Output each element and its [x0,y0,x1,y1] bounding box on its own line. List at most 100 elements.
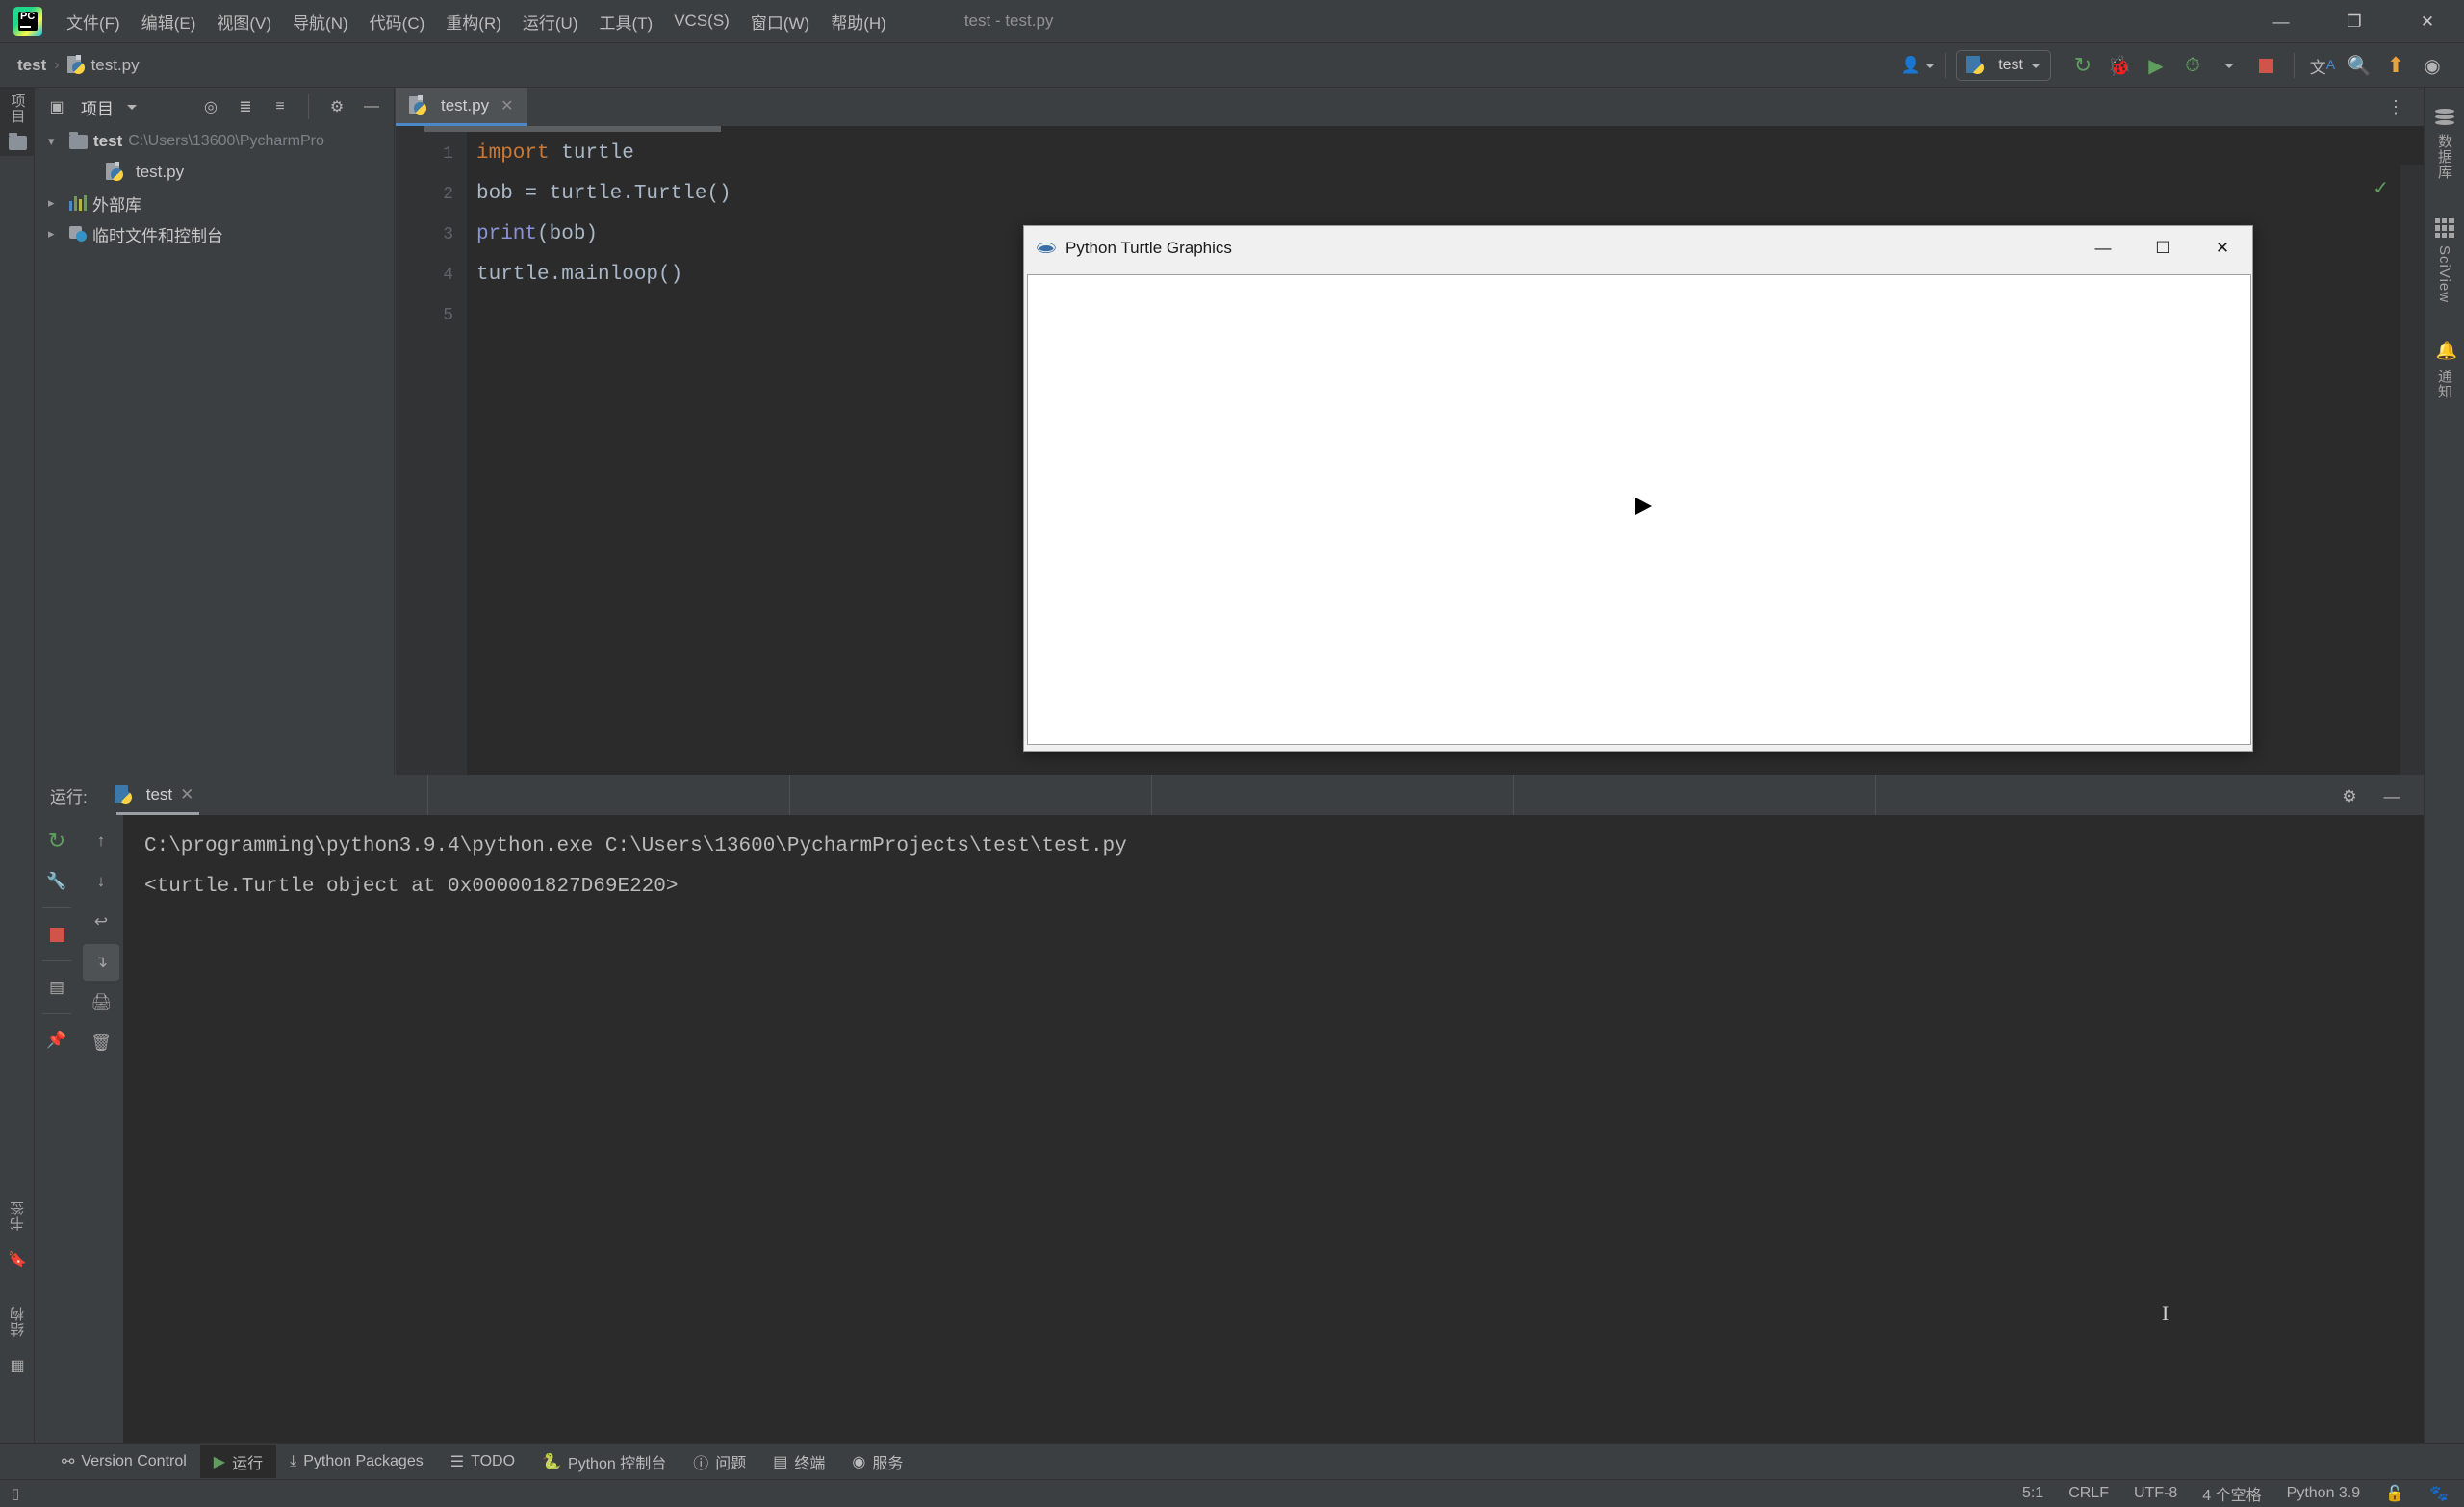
project-tool-button[interactable]: 项目 [0,88,35,130]
console-output[interactable]: C:\programming\python3.9.4\python.exe C:… [123,815,2424,1458]
arrow-up-icon[interactable]: ↑ [83,823,119,859]
select-opened-file-icon[interactable]: ◎ [194,90,227,123]
inspection-status-icon[interactable]: ✓ [2373,176,2389,200]
update-icon[interactable]: ⬆ [2377,47,2414,84]
tree-item-project-root[interactable]: ▾ test C:\Users\13600\PycharmPro [35,126,394,157]
expand-all-icon[interactable]: ≣ [229,90,262,123]
pin-icon[interactable]: 📌 [38,1022,75,1059]
chevron-right-icon[interactable]: ▸ [48,226,64,242]
collapse-all-icon[interactable]: ≡ [264,90,296,123]
memory-indicator-icon[interactable]: ▯ [12,1485,19,1502]
chevron-down-icon[interactable]: ▾ [48,134,64,149]
account-icon[interactable]: 👤 [1899,47,1936,84]
turtle-minimize-button[interactable]: — [2073,226,2133,270]
menu-navigate[interactable]: 导航(N) [282,7,359,37]
scroll-end-icon[interactable]: ↴ [83,944,119,981]
todo-icon: ☰ [449,1454,465,1470]
menu-edit[interactable]: 编辑(E) [131,7,207,37]
gear-icon[interactable]: ⚙ [2331,779,2368,815]
bottom-tab-services[interactable]: ◉ 服务 [838,1445,916,1478]
menu-help[interactable]: 帮助(H) [820,7,897,37]
tree-item-scratches[interactable]: ▸ 临时文件和控制台 [35,218,394,249]
tree-item-external-libraries[interactable]: ▸ 外部库 [35,188,394,218]
python-file-icon [66,54,85,75]
wrench-icon[interactable]: 🔧 [38,863,75,900]
breadcrumb-project[interactable]: test [17,56,46,75]
rerun-icon[interactable]: ↻ [2065,47,2101,84]
menu-file[interactable]: 文件(F) [56,7,131,37]
structure-tool-button[interactable]: 结构 [0,1300,35,1342]
turtle-canvas[interactable] [1027,274,2251,745]
file-encoding[interactable]: UTF-8 [2134,1485,2177,1502]
database-tool-button[interactable]: 数据库 [2425,109,2464,180]
logo-bar [20,26,31,28]
soft-wrap-icon[interactable]: ↩ [83,904,119,940]
chevron-right-icon[interactable]: ▸ [48,195,64,211]
editor-tabs-more-icon[interactable]: ⋮ [2387,97,2406,117]
menu-code[interactable]: 代码(C) [359,7,436,37]
turtle-window-titlebar[interactable]: 🕳 Python Turtle Graphics — ☐ ✕ [1024,226,2252,270]
notifications-tool-button[interactable]: 🔔 通知 [2425,342,2464,399]
tree-item-test-py[interactable]: test.py [35,157,394,188]
tab-test-py[interactable]: test.py ✕ [396,88,527,126]
project-view-chevron-icon[interactable] [116,90,148,123]
caret-position[interactable]: 5:1 [2022,1485,2043,1502]
bottom-tab-python-packages[interactable]: ⤓ Python Packages [276,1448,437,1475]
stop-icon[interactable] [38,916,75,953]
menu-vcs[interactable]: VCS(S) [663,9,740,34]
layout-icon[interactable]: ▤ [38,969,75,1006]
run-tab-test[interactable]: test ✕ [105,775,204,815]
toolbar-divider-2 [2294,53,2295,78]
folder-icon[interactable] [0,130,35,156]
close-icon[interactable]: ✕ [500,96,513,115]
python-turtle-graphics-window[interactable]: 🕳 Python Turtle Graphics — ☐ ✕ [1023,225,2253,752]
menu-view[interactable]: 视图(V) [206,7,282,37]
breadcrumb-file[interactable]: test.py [66,54,140,75]
bottom-tab-python-console[interactable]: 🐍 Python 控制台 [528,1445,680,1478]
bookmarks-tool-button[interactable]: 书签 [0,1194,35,1237]
arrow-down-icon[interactable]: ↓ [83,863,119,900]
bottom-tab-todo[interactable]: ☰ TODO [437,1447,528,1476]
hide-panel-icon[interactable]: — [2374,779,2410,815]
trash-icon[interactable]: 🗑 [83,1025,119,1061]
interpreter-selector[interactable]: Python 3.9 [2287,1485,2361,1502]
gear-icon[interactable]: ⚙ [321,90,353,123]
python-console-icon: 🐍 [542,1454,561,1470]
bottom-tab-problems[interactable]: ⓘ 问题 [680,1445,759,1478]
baidu-icon[interactable]: 🐾 [2429,1484,2449,1503]
bottom-tab-run[interactable]: ▶ 运行 [199,1445,277,1478]
tree-item-path: C:\Users\13600\PycharmPro [128,133,324,149]
window-close-button[interactable]: ✕ [2391,0,2464,43]
menu-run[interactable]: 运行(U) [512,7,589,37]
unlock-icon[interactable]: 🔓 [2385,1484,2404,1503]
line-separator[interactable]: CRLF [2068,1485,2109,1502]
run-tool-window: 运行: test ✕ ⚙ — ↻ 🔧 ▤ 📌 ↑ ↓ ↩ ↴ 🖨 🗑 C:\pr… [35,775,2424,1458]
profile-icon[interactable]: ⏱ [2174,47,2211,84]
stop-icon[interactable] [2247,47,2284,84]
sciview-tool-button[interactable]: SciView [2425,218,2464,303]
plugin-icon[interactable]: ◉ [2414,47,2451,84]
turtle-maximize-button[interactable]: ☐ [2133,226,2193,270]
search-icon[interactable]: 🔍 [2341,47,2377,84]
bottom-tab-version-control[interactable]: ⚯ Version Control [48,1447,200,1476]
chevron-down-icon[interactable] [2211,47,2247,84]
close-icon[interactable]: ✕ [180,785,193,805]
indent-setting[interactable]: 4 个空格 [2202,1482,2261,1505]
bottom-tab-terminal[interactable]: ▤ 终端 [759,1445,838,1478]
python-file-icon [114,785,132,805]
print-icon[interactable]: 🖨 [83,984,119,1021]
menu-refactor[interactable]: 重构(R) [435,7,512,37]
window-maximize-button[interactable]: ❐ [2318,0,2391,43]
run-window-header: 运行: test ✕ ⚙ — [35,775,2424,815]
debug-icon[interactable]: 🐞 [2101,47,2138,84]
menu-tools[interactable]: 工具(T) [589,7,664,37]
menu-window[interactable]: 窗口(W) [740,7,820,37]
run-configuration-selector[interactable]: test [1956,50,2051,81]
structure-icon: ▦ [10,1358,25,1374]
hide-panel-icon[interactable]: — [355,90,388,123]
rerun-icon[interactable]: ↻ [38,823,75,859]
coverage-icon[interactable]: ▶ [2138,47,2174,84]
window-minimize-button[interactable]: — [2245,0,2318,43]
translate-icon[interactable]: 文A [2304,47,2341,84]
turtle-close-button[interactable]: ✕ [2193,226,2252,270]
